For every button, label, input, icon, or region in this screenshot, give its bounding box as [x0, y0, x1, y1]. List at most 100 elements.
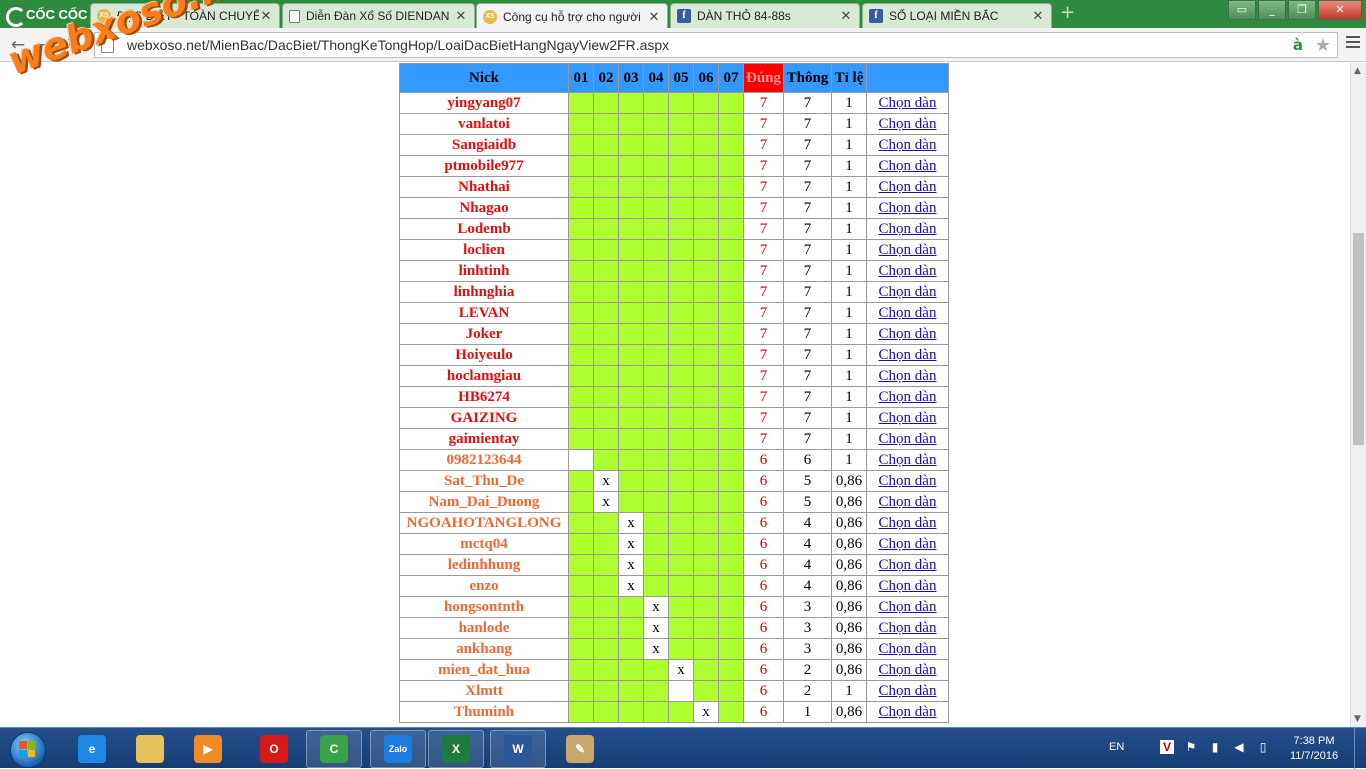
- day-cell: [693, 428, 719, 450]
- chon-dan-link[interactable]: Chọn dàn: [879, 305, 937, 321]
- taskbar-app[interactable]: [122, 730, 178, 768]
- chon-dan-link[interactable]: Chọn dàn: [879, 515, 937, 531]
- browser-menu-button[interactable]: [1346, 36, 1360, 51]
- chon-dan-link[interactable]: Chọn dàn: [879, 158, 937, 174]
- taskbar-app[interactable]: e: [64, 730, 120, 768]
- day-cell: [593, 575, 619, 597]
- user-menu-button[interactable]: ▭: [1228, 0, 1256, 20]
- day-cell: x: [618, 554, 644, 576]
- extension-icon[interactable]: à: [1293, 36, 1303, 54]
- chon-dan-link[interactable]: Chọn dàn: [879, 473, 937, 489]
- taskbar-app[interactable]: W: [490, 730, 546, 768]
- day-cell: [718, 449, 744, 471]
- tile-cell: 0,86: [831, 617, 867, 639]
- reload-button[interactable]: ↻: [64, 35, 84, 55]
- close-icon[interactable]: ✕: [454, 8, 468, 24]
- vietkey-icon[interactable]: V: [1160, 740, 1174, 754]
- chon-dan-link[interactable]: Chọn dàn: [879, 683, 937, 699]
- chon-dan-link[interactable]: Chọn dàn: [879, 662, 937, 678]
- bookmark-star-icon[interactable]: ★: [1315, 35, 1331, 56]
- day-cell: [668, 218, 694, 240]
- volume-icon[interactable]: ◀: [1232, 740, 1246, 754]
- clock-date: 11/7/2016: [1289, 750, 1339, 762]
- chon-dan-link[interactable]: Chọn dàn: [879, 536, 937, 552]
- tab-dac-biet[interactable]: XS ĐẶC BIỆT - TOÀN CHUYÊN ✕: [90, 3, 280, 28]
- show-desktop-button[interactable]: [1354, 728, 1366, 769]
- tile-cell: 1: [831, 113, 867, 135]
- scrollbar-thumb[interactable]: [1353, 233, 1364, 445]
- nick-cell: Nhagao: [399, 197, 569, 219]
- chon-dan-link[interactable]: Chọn dàn: [879, 578, 937, 594]
- chon-dan-link[interactable]: Chọn dàn: [879, 95, 937, 111]
- taskbar-app[interactable]: ✎: [552, 730, 608, 768]
- chon-dan-link[interactable]: Chọn dàn: [879, 389, 937, 405]
- tab-dan-tho[interactable]: f DÀN THỎ 84-88s ✕: [670, 3, 860, 28]
- day-cell: [568, 197, 594, 219]
- day-cell: [643, 134, 669, 156]
- chon-dan-link[interactable]: Chọn dàn: [879, 179, 937, 195]
- taskbar-app[interactable]: Zalo: [370, 730, 426, 768]
- taskbar-app[interactable]: O: [246, 730, 302, 768]
- close-icon[interactable]: ✕: [1031, 8, 1045, 24]
- chon-dan-link[interactable]: Chọn dàn: [879, 431, 937, 447]
- chon-dan-link[interactable]: Chọn dàn: [879, 242, 937, 258]
- chon-dan-link[interactable]: Chọn dàn: [879, 284, 937, 300]
- scroll-up-icon[interactable]: ▲: [1354, 66, 1361, 76]
- chon-dan-link[interactable]: Chọn dàn: [879, 494, 937, 510]
- tile-cell: 0,86: [831, 512, 867, 534]
- chon-dan-link[interactable]: Chọn dàn: [879, 263, 937, 279]
- tab-so-loai[interactable]: f SỐ LOẠI MIỀN BẮC ✕: [862, 3, 1052, 28]
- vertical-scrollbar[interactable]: ▲ ▼: [1350, 63, 1366, 727]
- day-cell: x: [618, 533, 644, 555]
- chon-dan-link[interactable]: Chọn dàn: [879, 620, 937, 636]
- taskbar-app[interactable]: C: [306, 730, 362, 768]
- table-row: GAIZING 7 7 1 Chọn dàn: [399, 407, 949, 429]
- browser-logo[interactable]: CỐC CỐC: [0, 0, 90, 28]
- day-cell: [593, 428, 619, 450]
- chon-dan-link[interactable]: Chọn dàn: [879, 368, 937, 384]
- chon-dan-link[interactable]: Chọn dàn: [879, 452, 937, 468]
- chon-dan-link[interactable]: Chọn dàn: [879, 410, 937, 426]
- address-bar[interactable]: webxoso.net/MienBac/DacBiet/ThongKeTongH…: [94, 32, 1338, 58]
- window-close-button[interactable]: ✕: [1318, 0, 1362, 20]
- close-icon[interactable]: ✕: [259, 8, 273, 24]
- day-cell: [668, 323, 694, 345]
- clock[interactable]: 7:38 PM 11/7/2016: [1284, 734, 1344, 764]
- forward-button[interactable]: →: [36, 35, 56, 55]
- taskbar-app[interactable]: ▶: [180, 730, 236, 768]
- maximize-button[interactable]: ❐: [1288, 0, 1316, 20]
- language-indicator[interactable]: EN: [1109, 741, 1124, 753]
- day-cell: [593, 113, 619, 135]
- tab-dien-dan[interactable]: Diễn Đàn Xổ Số DIENDAN ✕: [282, 3, 475, 28]
- back-button[interactable]: ←: [8, 35, 28, 55]
- day-cell: [668, 365, 694, 387]
- chon-dan-link[interactable]: Chọn dàn: [879, 326, 937, 342]
- day-cell: [618, 596, 644, 618]
- chon-dan-link[interactable]: Chọn dàn: [879, 704, 937, 720]
- chon-dan-link[interactable]: Chọn dàn: [879, 200, 937, 216]
- new-tab-button[interactable]: +: [1060, 4, 1078, 22]
- chon-dan-link[interactable]: Chọn dàn: [879, 347, 937, 363]
- chon-dan-link[interactable]: Chọn dàn: [879, 599, 937, 615]
- thong-cell: 7: [783, 197, 832, 219]
- chon-dan-link[interactable]: Chọn dàn: [879, 557, 937, 573]
- chon-dan-link[interactable]: Chọn dàn: [879, 641, 937, 657]
- start-button[interactable]: [4, 730, 48, 768]
- scroll-down-icon[interactable]: ▼: [1354, 714, 1361, 724]
- day-cell: [618, 239, 644, 261]
- thong-cell: 5: [783, 470, 832, 492]
- close-icon[interactable]: ✕: [839, 8, 853, 24]
- close-icon[interactable]: ✕: [647, 9, 661, 25]
- day-cell: [568, 239, 594, 261]
- tile-cell: 1: [831, 218, 867, 240]
- chon-dan-link[interactable]: Chọn dàn: [879, 116, 937, 132]
- tab-cong-cu[interactable]: XS Công cụ hỗ trợ cho người ✕: [476, 3, 668, 29]
- battery-icon[interactable]: ▯: [1256, 740, 1270, 754]
- day-cell: [593, 386, 619, 408]
- network-signal-icon[interactable]: ▮: [1208, 740, 1222, 754]
- chon-dan-link[interactable]: Chọn dàn: [879, 137, 937, 153]
- action-center-flag-icon[interactable]: ⚑: [1184, 740, 1198, 754]
- minimize-button[interactable]: _: [1258, 0, 1286, 20]
- chon-dan-link[interactable]: Chọn dàn: [879, 221, 937, 237]
- taskbar-app[interactable]: X: [428, 730, 484, 768]
